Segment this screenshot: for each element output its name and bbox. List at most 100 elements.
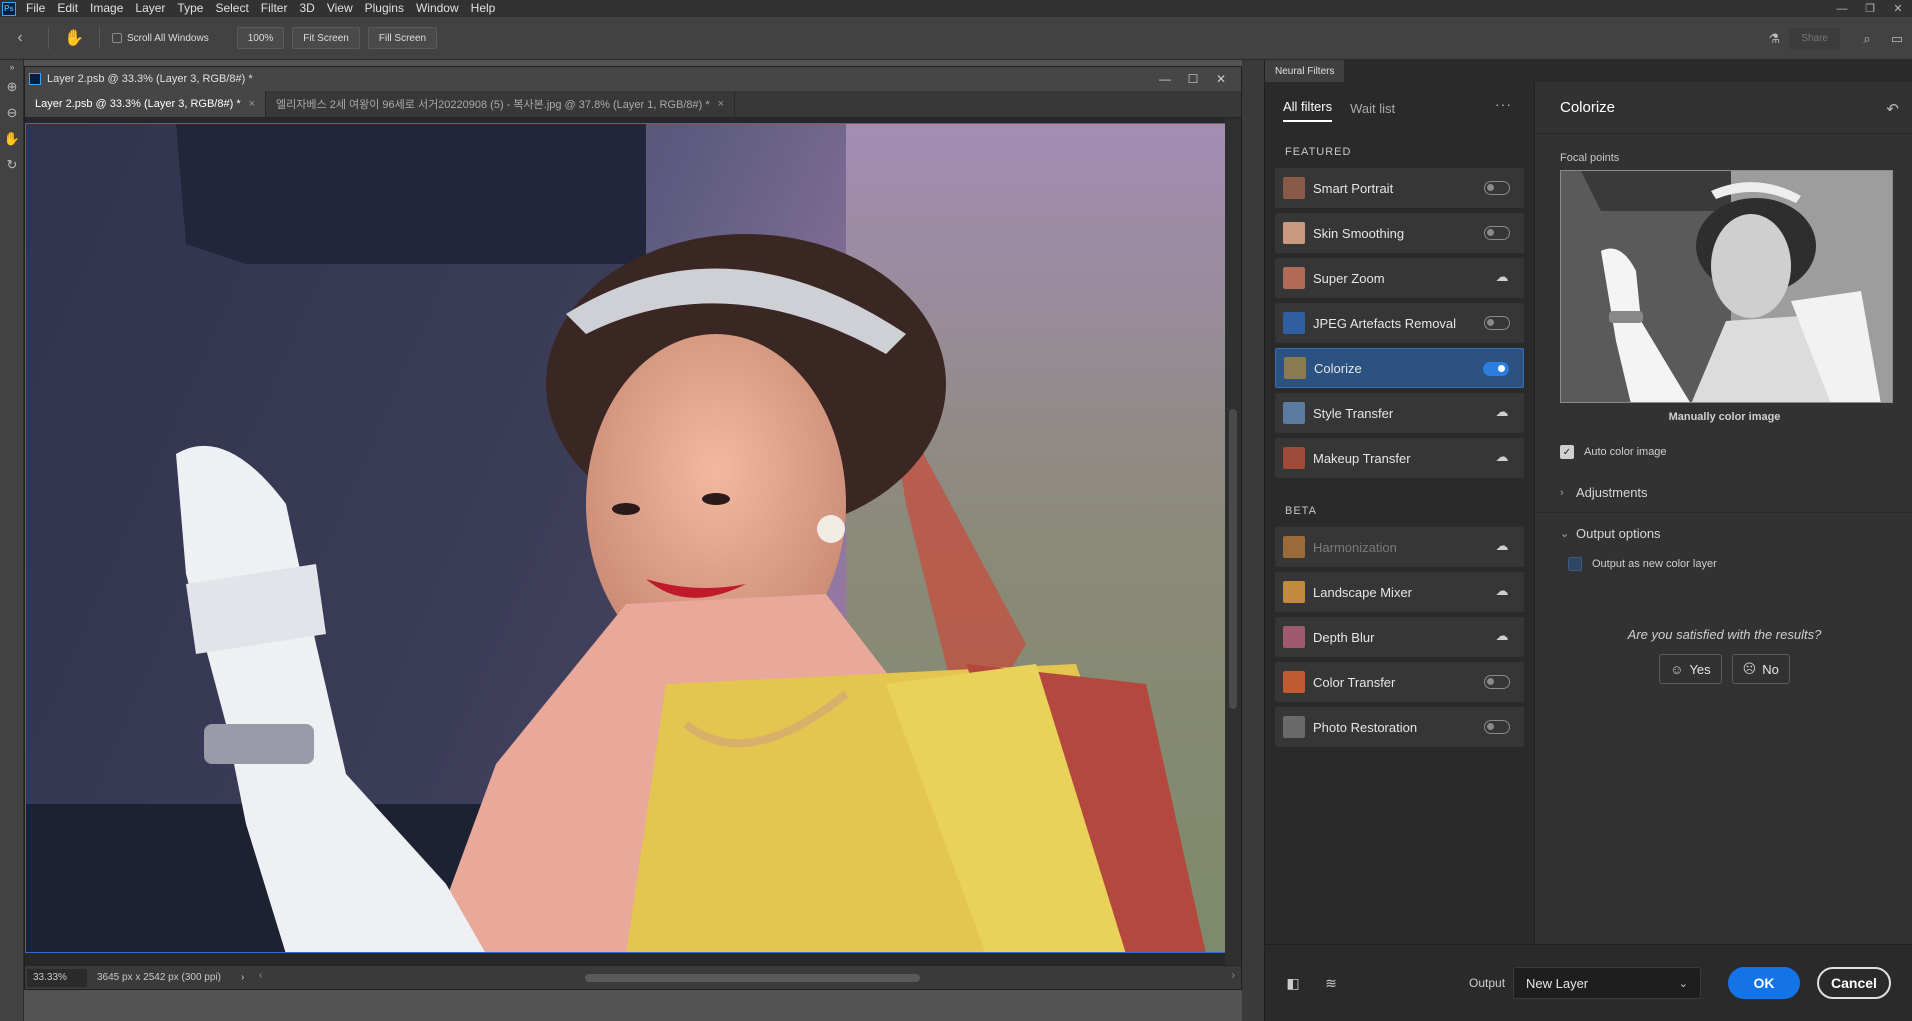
more-options-icon[interactable]: ··· [1495,96,1512,112]
auto-color-checkbox[interactable]: ✓ [1560,445,1574,459]
scroll-left-icon[interactable]: ‹ [259,970,262,981]
filter-toggle[interactable] [1484,226,1510,240]
adjustments-label: Adjustments [1576,485,1648,500]
tab-wait-list[interactable]: Wait list [1350,101,1395,122]
tab-close-icon[interactable]: × [249,98,255,110]
output-options-expander[interactable]: ⌄ Output options [1536,513,1912,553]
yes-button[interactable]: ☺ Yes [1659,654,1722,684]
menu-image[interactable]: Image [84,0,129,17]
menu-view[interactable]: View [321,0,359,17]
tab-close-icon[interactable]: × [718,98,724,110]
compare-icon[interactable]: ◧ [1283,973,1303,993]
cloud-download-icon[interactable]: ☁ [1494,404,1510,420]
filter-thumbnail-icon [1283,177,1305,199]
back-chevron-icon[interactable]: ‹ [0,25,40,51]
filter-toggle[interactable] [1483,362,1509,376]
filter-thumbnail-icon [1283,581,1305,603]
zoom-in-icon[interactable]: ⊕ [0,74,24,100]
share-button[interactable]: Share [1789,27,1840,50]
filter-toggle[interactable] [1484,181,1510,195]
minimize-icon[interactable]: — [1828,0,1856,17]
menu-layer[interactable]: Layer [129,0,171,17]
cloud-download-icon[interactable]: ☁ [1494,449,1510,465]
filter-item-skin-smoothing[interactable]: Skin Smoothing [1275,213,1524,253]
menu-type[interactable]: Type [171,0,209,17]
menu-plugins[interactable]: Plugins [359,0,410,17]
photoshop-logo-icon: Ps [2,1,16,16]
doc-tab-layer2[interactable]: Layer 2.psb @ 33.3% (Layer 3, RGB/8#) * … [25,91,267,117]
scroll-all-windows-checkbox[interactable] [112,33,122,43]
cloud-download-icon[interactable]: ☁ [1494,628,1510,644]
focal-points-preview[interactable] [1560,170,1893,403]
output-select-value: New Layer [1526,975,1589,991]
filter-item-depth-blur[interactable]: Depth Blur ☁ [1275,617,1524,657]
menu-edit[interactable]: Edit [51,0,84,17]
adjustments-expander[interactable]: › Adjustments [1536,473,1912,513]
menu-help[interactable]: Help [465,0,502,17]
restore-icon[interactable]: ❐ [1856,0,1884,17]
horizontal-scroll-thumb[interactable] [585,974,920,982]
filter-item-super-zoom[interactable]: Super Zoom ☁ [1275,258,1524,298]
filter-item-colorize[interactable]: Colorize [1275,348,1524,388]
close-icon[interactable]: ✕ [1884,0,1912,17]
cloud-download-icon[interactable]: ☁ [1494,583,1510,599]
neural-filters-tab[interactable]: Neural Filters [1265,60,1345,82]
status-menu-arrow-icon[interactable]: › [241,972,244,983]
vertical-scroll-thumb[interactable] [1229,409,1237,709]
search-icon[interactable]: ⌕ [1852,26,1882,52]
zoom-level[interactable]: 33.33% [27,968,87,987]
document-canvas[interactable] [25,123,1239,953]
output-new-layer-checkbox[interactable] [1568,557,1582,571]
zoom-out-icon[interactable]: ⊖ [0,100,24,126]
filter-toggle[interactable] [1484,675,1510,689]
filter-toggle[interactable] [1484,316,1510,330]
menu-3d[interactable]: 3D [293,0,320,17]
filter-settings-title: Colorize ↶ [1536,82,1912,134]
cloud-download-icon[interactable]: ☁ [1494,538,1510,554]
filter-item-photo-restoration[interactable]: Photo Restoration [1275,707,1524,747]
filter-item-harmonization[interactable]: Harmonization ☁ [1275,527,1524,567]
collapse-icon[interactable]: » [0,60,24,74]
filter-toggle[interactable] [1484,720,1510,734]
filter-item-jpeg-artefacts-removal[interactable]: JPEG Artefacts Removal [1275,303,1524,343]
rotate-icon[interactable]: ↻ [0,152,24,178]
fill-screen-button[interactable]: Fill Screen [367,27,438,49]
menu-file[interactable]: File [20,0,51,17]
doc-tab-jpg[interactable]: 엘리자베스 2세 여왕이 96세로 서거20220908 (5) - 복사본.j… [266,91,736,117]
auto-color-row[interactable]: ✓ Auto color image [1536,441,1912,463]
ok-button[interactable]: OK [1728,967,1800,999]
hand-icon[interactable]: ✋ [0,126,24,152]
filter-item-style-transfer[interactable]: Style Transfer ☁ [1275,393,1524,433]
output-new-layer-row[interactable]: Output as new color layer [1536,553,1912,575]
workspace-icon[interactable]: ▭ [1882,26,1912,52]
cancel-button[interactable]: Cancel [1817,967,1891,999]
no-button[interactable]: ☹ No [1731,654,1790,684]
doc-maximize-icon[interactable]: ☐ [1179,72,1207,86]
layers-icon[interactable]: ≋ [1321,973,1341,993]
no-label: No [1762,661,1779,677]
fit-screen-button[interactable]: Fit Screen [292,27,360,49]
manual-color-label: Manually color image [1668,411,1781,423]
hand-tool-icon[interactable]: ✋ [57,25,91,51]
menu-select[interactable]: Select [209,0,254,17]
filter-item-smart-portrait[interactable]: Smart Portrait [1275,168,1524,208]
doc-minimize-icon[interactable]: — [1151,72,1179,86]
doc-close-icon[interactable]: ✕ [1207,72,1235,86]
grayscale-preview-image [1561,171,1892,402]
filter-item-color-transfer[interactable]: Color Transfer [1275,662,1524,702]
menu-window[interactable]: Window [410,0,465,17]
scroll-right-icon[interactable]: › [1232,970,1235,981]
output-select[interactable]: New Layer ⌄ [1513,967,1701,999]
vertical-scrollbar[interactable] [1225,119,1241,965]
flask-icon[interactable]: ⚗ [1759,26,1789,52]
tab-all-filters[interactable]: All filters [1283,99,1333,122]
filter-item-makeup-transfer[interactable]: Makeup Transfer ☁ [1275,438,1524,478]
reset-icon[interactable]: ↶ [1886,100,1899,118]
cloud-download-icon[interactable]: ☁ [1494,269,1510,285]
scroll-all-windows-option[interactable]: Scroll All Windows [112,33,209,44]
filter-thumbnail-icon [1283,447,1305,469]
menu-filter[interactable]: Filter [255,0,294,17]
horizontal-scrollbar[interactable]: ‹ › [259,970,1235,984]
filter-item-landscape-mixer[interactable]: Landscape Mixer ☁ [1275,572,1524,612]
zoom-100-button[interactable]: 100% [236,27,285,49]
